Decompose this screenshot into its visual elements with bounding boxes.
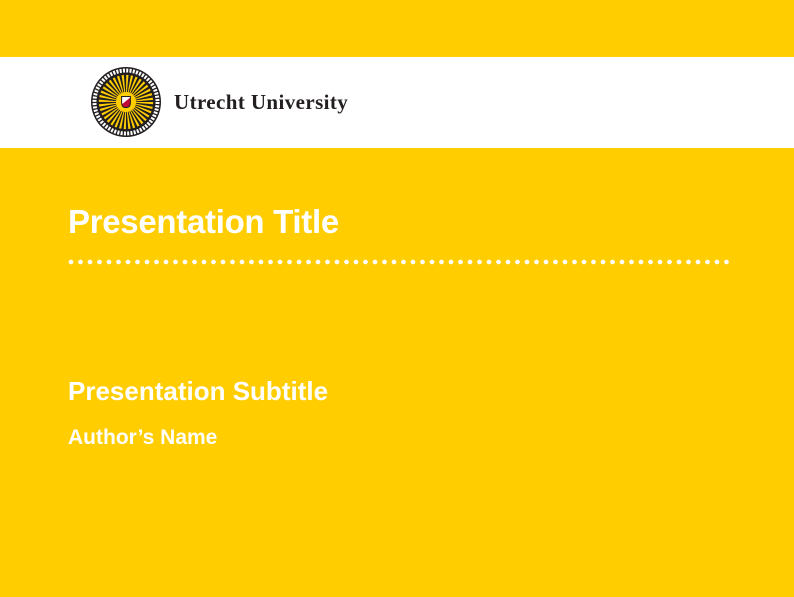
presentation-subtitle: Presentation Subtitle	[68, 377, 328, 407]
header-band: Utrecht University	[0, 57, 794, 148]
dotted-divider	[68, 259, 729, 265]
university-name: Utrecht University	[174, 90, 348, 115]
author-name: Author’s Name	[68, 426, 217, 450]
presentation-title: Presentation Title	[68, 203, 339, 241]
title-slide: Utrecht University Presentation Title Pr…	[0, 0, 794, 597]
utrecht-university-logo: Utrecht University	[91, 67, 348, 137]
utrecht-university-seal-icon	[91, 67, 161, 137]
